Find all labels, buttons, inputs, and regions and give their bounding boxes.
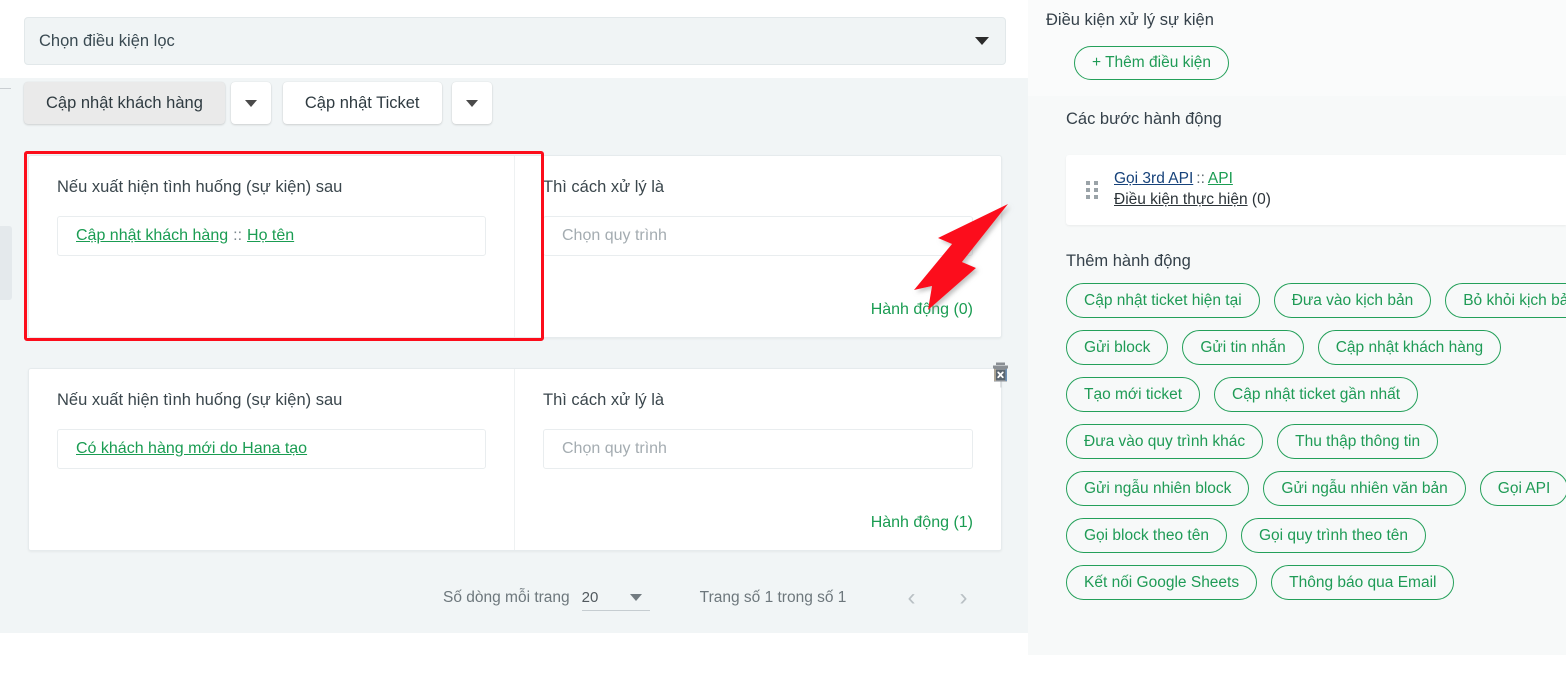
add-condition-button[interactable]: + Thêm điều kiện	[1074, 46, 1230, 80]
chevron-down-icon	[629, 594, 642, 601]
add-action-button[interactable]: Đưa vào quy trình khác	[1066, 424, 1264, 459]
event-column-title: Nếu xuất hiện tình huống (sự kiện) sau	[57, 391, 343, 409]
tab-ticket-dropdown-button[interactable]	[451, 82, 492, 124]
event-chip-source[interactable]: Có khách hàng mới do Hana tạo	[76, 440, 307, 458]
action-step-type[interactable]: API	[1208, 170, 1233, 187]
event-chip[interactable]: Có khách hàng mới do Hana tạo	[57, 429, 486, 469]
action-step-name[interactable]: Gọi 3rd API	[1114, 170, 1193, 187]
add-action-button[interactable]: Gọi block theo tên	[1066, 518, 1227, 553]
add-action-button[interactable]: Gửi tin nhắn	[1182, 330, 1304, 365]
tab-cap-nhat-ticket[interactable]: Cập nhật Ticket	[282, 82, 442, 124]
add-action-button[interactable]: Cập nhật ticket hiện tại	[1066, 283, 1260, 318]
process-select[interactable]: Chọn quy trình	[543, 216, 973, 256]
process-select[interactable]: Chọn quy trình	[543, 429, 973, 469]
left-edge-divider	[0, 88, 11, 89]
action-config-panel: Điều kiện xử lý sự kiện + Thêm điều kiện…	[1028, 0, 1566, 655]
tab-customer-dropdown-button[interactable]	[230, 82, 271, 124]
add-action-button[interactable]: Thông báo qua Email	[1271, 565, 1455, 600]
rule-card-event-column: Nếu xuất hiện tình huống (sự kiện) sau C…	[29, 156, 515, 337]
filter-condition-placeholder: Chọn điều kiện lọc	[39, 31, 175, 50]
action-step-condition-row: Điều kiện thực hiện (0)	[1114, 189, 1271, 211]
event-chip-field[interactable]: Họ tên	[247, 227, 294, 245]
event-chip[interactable]: Cập nhật khách hàng :: Họ tên	[57, 216, 486, 256]
process-select-placeholder: Chọn quy trình	[562, 227, 667, 244]
rows-per-page-select[interactable]: 20	[581, 585, 650, 611]
rule-card-handler-column: Thì cách xử lý là Chọn quy trình Hành độ…	[515, 156, 1001, 337]
rows-per-page-value: 20	[581, 589, 599, 606]
add-action-title: Thêm hành động	[1066, 252, 1191, 270]
action-count-link[interactable]: Hành động (1)	[871, 514, 973, 532]
add-action-button[interactable]: Tạo mới ticket	[1066, 377, 1201, 412]
chevron-left-icon[interactable]: ‹	[894, 581, 928, 615]
add-action-button-group: Cập nhật ticket hiện tại Đưa vào kịch bả…	[1066, 283, 1566, 600]
chevron-right-icon[interactable]: ›	[946, 581, 980, 615]
rule-card-event-column: Nếu xuất hiện tình huống (sự kiện) sau C…	[29, 369, 515, 550]
action-count-link[interactable]: Hành động (0)	[871, 301, 973, 319]
delete-rule-button[interactable]	[991, 362, 1013, 388]
add-action-button[interactable]: Gọi API	[1479, 471, 1566, 506]
add-action-button[interactable]: Thu thập thông tin	[1277, 424, 1439, 459]
page-info-text: Trang số 1 trong số 1	[699, 589, 847, 606]
automation-main-panel: Chọn điều kiện lọc Cập nhật khách hàng C…	[0, 0, 1028, 633]
tab-cap-nhat-khach-hang[interactable]: Cập nhật khách hàng	[24, 82, 225, 124]
action-step-condition-count: (0)	[1251, 191, 1271, 208]
add-action-button[interactable]: Gọi quy trình theo tên	[1240, 518, 1427, 553]
drag-handle-icon[interactable]	[1086, 181, 1098, 199]
chevron-down-icon	[244, 99, 257, 107]
rule-card-handler-column: Thì cách xử lý là Chọn quy trình Hành độ…	[515, 369, 1001, 550]
add-action-button[interactable]: Gửi ngẫu nhiên văn bản	[1263, 471, 1466, 506]
add-action-button[interactable]: Gửi ngẫu nhiên block	[1066, 471, 1250, 506]
process-select-placeholder: Chọn quy trình	[562, 440, 667, 457]
trash-icon	[993, 362, 1008, 388]
pagination-nav: ‹ ›	[894, 581, 980, 615]
action-step-condition-link[interactable]: Điều kiện thực hiện	[1114, 191, 1248, 208]
action-step-texts: Gọi 3rd API:: API Điều kiện thực hiện (0)	[1114, 169, 1271, 211]
handler-column-title: Thì cách xử lý là	[543, 391, 665, 409]
add-action-button[interactable]: Đưa vào kịch bản	[1273, 283, 1432, 318]
action-step-item[interactable]: Gọi 3rd API:: API Điều kiện thực hiện (0)	[1066, 155, 1566, 225]
add-action-button[interactable]: Kết nối Google Sheets	[1066, 565, 1258, 600]
event-column-title: Nếu xuất hiện tình huống (sự kiện) sau	[57, 178, 343, 196]
action-step-separator: ::	[1196, 170, 1205, 187]
chevron-down-icon	[975, 37, 989, 45]
add-action-button[interactable]: Bỏ khỏi kịch bản	[1445, 283, 1566, 318]
action-step-header: Gọi 3rd API:: API	[1114, 169, 1271, 189]
entity-tabs: Cập nhật khách hàng Cập nhật Ticket	[24, 82, 492, 124]
add-action-button[interactable]: Cập nhật khách hàng	[1317, 330, 1502, 365]
add-action-button[interactable]: Gửi block	[1066, 330, 1169, 365]
event-chip-separator: ::	[233, 227, 243, 244]
rule-card: Nếu xuất hiện tình huống (sự kiện) sau C…	[28, 155, 1002, 338]
screen-root: Chọn điều kiện lọc Cập nhật khách hàng C…	[0, 0, 1566, 678]
event-chip-source[interactable]: Cập nhật khách hàng	[76, 227, 228, 245]
rule-card: Nếu xuất hiện tình huống (sự kiện) sau C…	[28, 368, 1002, 551]
handler-column-title: Thì cách xử lý là	[543, 178, 665, 196]
action-steps-title: Các bước hành động	[1066, 110, 1222, 128]
left-panel-collapse-handle[interactable]	[0, 226, 12, 300]
event-condition-title: Điều kiện xử lý sự kiện	[1046, 11, 1214, 29]
add-action-button[interactable]: Cập nhật ticket gần nhất	[1214, 377, 1419, 412]
chevron-down-icon	[465, 99, 478, 107]
pagination-bar: Số dòng mỗi trang 20 Trang số 1 trong số…	[0, 570, 1028, 626]
filter-condition-select[interactable]: Chọn điều kiện lọc	[24, 17, 1006, 65]
rows-per-page-label: Số dòng mỗi trang	[443, 589, 570, 606]
